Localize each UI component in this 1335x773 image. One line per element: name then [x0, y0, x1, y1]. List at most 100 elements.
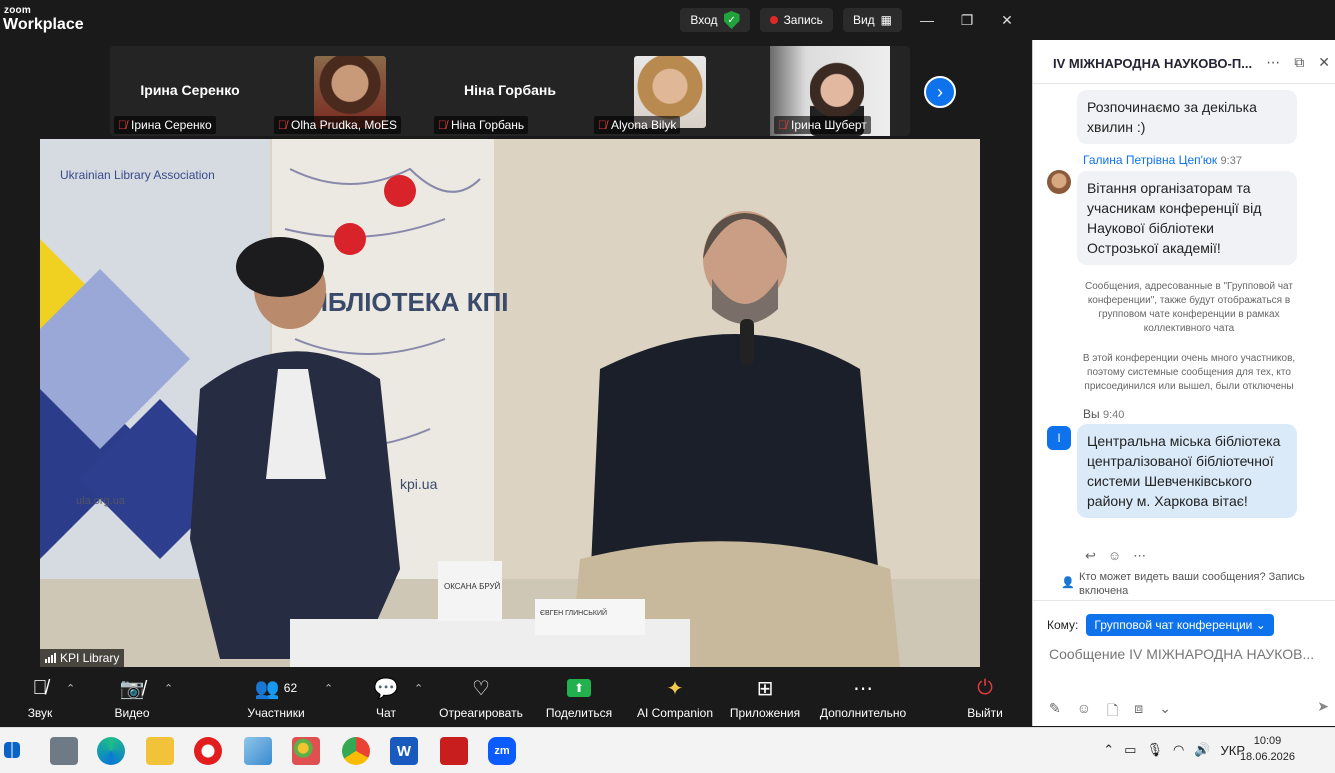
share-label: Поделиться — [545, 706, 613, 720]
chat-button[interactable]: 💬 Чат — [368, 676, 404, 721]
calculator-icon[interactable] — [50, 737, 78, 765]
file-icon[interactable]: 🗋 — [1107, 700, 1118, 724]
participants-icon: 👥 62 — [254, 677, 298, 700]
ai-companion-button[interactable]: ✦ AI Companion — [634, 676, 716, 721]
participant-tile[interactable]: Ніна Горбань 🎙̸ Ніна Горбань — [430, 46, 590, 136]
compose-toolbar: ✎ ☺ 🗋 ⧈ ⌄ — [1049, 700, 1171, 724]
chat-header-icons: ⋯ ⧉ ✕ — [1266, 54, 1330, 71]
audio-button[interactable]: 🎙̸ Звук — [22, 676, 58, 721]
more-button[interactable]: ⋯ Дополнительно — [816, 676, 910, 721]
close-window-icon[interactable]: ✕ — [992, 12, 1022, 29]
participant-label: 🎙̸ Ніна Горбань — [434, 116, 529, 134]
record-label: Запись — [783, 13, 823, 27]
participant-label-text: Ніна Горбань — [451, 118, 525, 132]
chevron-up-icon[interactable]: ⌃ — [164, 682, 173, 695]
zoom-icon[interactable]: zm — [488, 737, 516, 765]
banner-url: ula.org.ua — [76, 495, 126, 507]
clock[interactable]: 10:09 18.06.2026 — [1240, 733, 1295, 765]
login-label: Вход — [690, 13, 718, 27]
emoji-icon[interactable]: ☺ — [1077, 700, 1091, 724]
chevron-up-icon[interactable]: ⌃ — [324, 682, 333, 695]
participant-tile[interactable]: Ірина Серенко 🎙̸ Ірина Серенко — [110, 46, 270, 136]
app-icon[interactable] — [244, 737, 272, 765]
participants-button[interactable]: 👥 62 Участники — [240, 676, 312, 721]
word-icon[interactable]: W — [390, 737, 418, 765]
participant-name-big: Ірина Серенко — [140, 82, 240, 98]
restore-icon[interactable]: ❐ — [952, 12, 982, 29]
next-page-button[interactable]: › — [924, 76, 956, 108]
main-video: Ukrainian Library Association ula.org.ua… — [40, 139, 980, 667]
video-label-text: KPI Library — [60, 651, 120, 665]
visibility-notice[interactable]: Кто может видеть ваши сообщения? Запись … — [1079, 570, 1335, 598]
video-button[interactable]: 📷̸ Видео — [108, 676, 156, 721]
more-icon[interactable]: ⋯ — [1133, 548, 1146, 564]
participant-tile[interactable]: 🎙̸ Ірина Шуберт — [770, 46, 890, 136]
apps-button[interactable]: ⊞ Приложения — [726, 676, 804, 721]
audio-label: Звук — [27, 706, 53, 720]
minimize-icon[interactable]: — — [912, 12, 942, 28]
system-message: Сообщения, адресованные в "Групповой чат… — [1085, 281, 1293, 334]
message-actions: ↩ ☺ ⋯ — [1085, 548, 1146, 564]
send-icon[interactable]: ➤ — [1317, 698, 1329, 715]
participant-label-text: Ірина Шуберт — [791, 118, 867, 132]
pop-out-icon[interactable]: ⧉ — [1294, 54, 1304, 71]
chevron-up-icon[interactable]: ⌃ — [1103, 742, 1114, 758]
message-input[interactable]: Сообщение IV МІЖНАРОДНА НАУКОВ... — [1049, 646, 1331, 662]
top-controls: Вход ✓ Запись Вид ▦ — ❐ ✕ — [680, 8, 1022, 32]
screenshot-icon[interactable]: ⧈ — [1134, 700, 1143, 724]
more-options-icon[interactable]: ⋯ — [1266, 54, 1280, 71]
folder-icon[interactable] — [146, 737, 174, 765]
recipient-value: Групповой чат конференции — [1094, 618, 1253, 632]
windows-start-icon[interactable] — [4, 742, 20, 758]
react-button[interactable]: ♡ Отреагировать — [436, 676, 526, 721]
participant-tile[interactable]: 🎙̸ Alyona Bilyk — [590, 46, 750, 136]
chevron-down-icon[interactable]: ⌄ — [1159, 700, 1171, 724]
close-icon[interactable]: ✕ — [1318, 54, 1330, 71]
apps-icon: ⊞ — [756, 677, 774, 700]
taskbar: W zm ⌃ ▭ 🎙 ◠ 🔊 УКР 10:09 18.06.2026 — [0, 727, 1335, 773]
sparkle-icon: ✦ — [666, 677, 684, 700]
avatar — [1047, 170, 1071, 194]
top-bar: zoom Workplace Вход ✓ Запись Вид ▦ — ❐ ✕ — [0, 0, 1032, 40]
message-sender: Галина Петрівна Цеп'юк 9:37 — [1083, 153, 1242, 167]
pdf-icon[interactable] — [440, 737, 468, 765]
opera-icon[interactable] — [194, 737, 222, 765]
microphone-icon[interactable]: 🎙 — [1146, 742, 1163, 758]
participants-label: Участники — [247, 706, 305, 720]
chevron-up-icon[interactable]: ⌃ — [66, 682, 75, 695]
system-tray: ⌃ ▭ 🎙 ◠ 🔊 УКР — [1103, 742, 1245, 758]
reply-icon[interactable]: ↩ — [1085, 548, 1096, 564]
react-label: Отреагировать — [439, 706, 523, 720]
ai-label: AI Companion — [636, 706, 714, 720]
mic-muted-icon: 🎙̸ — [118, 118, 127, 132]
clock-date: 18.06.2026 — [1239, 751, 1295, 763]
chevron-right-icon: › — [937, 81, 943, 102]
system-message: В этой конференции очень много участнико… — [1082, 353, 1296, 392]
view-button[interactable]: Вид ▦ — [842, 8, 902, 32]
emoji-icon[interactable]: ☺ — [1108, 548, 1121, 564]
format-icon[interactable]: ✎ — [1049, 700, 1061, 724]
network-icon[interactable]: ▭ — [1124, 742, 1136, 758]
leave-button[interactable]: ⏻ Выйти — [964, 676, 1006, 721]
chrome-icon[interactable] — [342, 737, 370, 765]
chevron-up-icon[interactable]: ⌃ — [414, 682, 423, 695]
participant-label: 🎙̸ Alyona Bilyk — [594, 116, 681, 134]
record-dot-icon — [769, 16, 778, 24]
app-logo-small: zoom — [4, 5, 31, 16]
record-button[interactable]: Запись — [759, 8, 833, 32]
name-sign-left: ОКСАНА БРУЙ — [444, 582, 501, 591]
edge-icon[interactable] — [97, 737, 125, 765]
participant-label-text: Ірина Серенко — [131, 118, 212, 132]
view-label: Вид — [852, 13, 875, 27]
more-label: Дополнительно — [819, 706, 907, 720]
apps-label: Приложения — [729, 706, 801, 720]
app-logo: Workplace — [3, 16, 84, 33]
login-button[interactable]: Вход ✓ — [680, 8, 750, 32]
recipient-dropdown[interactable]: Групповой чат конференции ⌄ — [1086, 614, 1274, 636]
sender-name: Вы — [1083, 407, 1100, 421]
share-button[interactable]: ⬆ Поделиться — [544, 676, 614, 720]
participant-tile[interactable]: 🎙̸ Olha Prudka, MoES — [270, 46, 430, 136]
paint-icon[interactable] — [292, 737, 320, 765]
wifi-icon[interactable]: ◠ — [1173, 742, 1184, 758]
volume-icon[interactable]: 🔊 — [1194, 742, 1210, 758]
